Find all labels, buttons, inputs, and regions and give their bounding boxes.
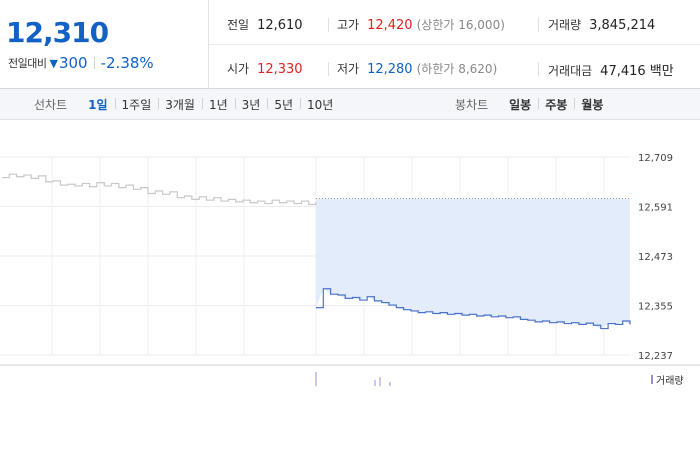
change-percent: -2.38%: [100, 54, 154, 72]
volume-label: 거래량: [548, 18, 582, 32]
line-chart-periods: 선차트 1일 1주일 3개월 1년 3년 5년 10년: [34, 89, 340, 120]
divider: [93, 57, 95, 69]
low-value: 12,280: [367, 62, 413, 77]
y-tick-label: 12,709: [638, 153, 673, 164]
divider: [538, 62, 539, 76]
high-stat: 고가 12,420 (상한가 16,000): [337, 16, 505, 33]
line-chart-label: 선차트: [34, 98, 68, 112]
period-1d[interactable]: 1일: [81, 96, 114, 113]
price-chart[interactable]: 12,709 12,591 12,473 12,355 12,237: [0, 120, 700, 450]
candle-monthly[interactable]: 월봉: [574, 96, 610, 113]
divider: [209, 44, 700, 45]
stock-summary: 12,310 전일대비 ▼ 300 -2.38% 전일 12,610 고가 12…: [0, 0, 700, 89]
today-area-fill: [316, 198, 630, 329]
candle-chart-periods: 봉차트 일봉 주봉 월봉: [455, 89, 610, 120]
volume-legend-label: 거래량: [656, 376, 684, 387]
y-tick-label: 12,355: [638, 302, 673, 313]
y-tick-label: 12,473: [638, 252, 673, 263]
volume-legend-swatch: [651, 375, 653, 384]
volume-stat: 거래량 3,845,214: [548, 16, 655, 33]
prev-close-label: 전일: [227, 18, 250, 32]
open-value: 12,330: [257, 62, 303, 77]
low-label: 저가: [337, 62, 360, 76]
trade-value-stat: 거래대금 47,416 백만: [548, 60, 674, 79]
candle-chart-label: 봉차트: [455, 98, 489, 112]
price-box: 12,310 전일대비 ▼ 300 -2.38%: [0, 0, 209, 89]
volume-value: 3,845,214: [589, 18, 656, 33]
open-label: 시가: [227, 62, 250, 76]
current-price: 12,310: [6, 16, 109, 49]
lower-limit: (하한가 8,620): [416, 62, 498, 76]
period-10y[interactable]: 10년: [300, 96, 340, 113]
divider: [328, 62, 329, 76]
y-tick-label: 12,237: [638, 351, 673, 362]
candle-weekly[interactable]: 주봉: [538, 96, 574, 113]
high-label: 고가: [337, 18, 360, 32]
trade-value-value: 47,416 백만: [600, 64, 674, 79]
period-3m[interactable]: 3개월: [158, 96, 202, 113]
change-row: 전일대비 ▼ 300 -2.38%: [8, 54, 154, 72]
prev-day-price-line: [2, 173, 317, 206]
period-toolbar: 선차트 1일 1주일 3개월 1년 3년 5년 10년 봉차트 일봉 주봉 월봉: [0, 89, 700, 120]
change-label: 전일대비: [8, 57, 47, 70]
change-amount: 300: [58, 54, 88, 72]
upper-limit: (상한가 16,000): [416, 18, 505, 32]
volume-legend: 거래량: [651, 372, 684, 387]
price-chart-svg: 12,709 12,591 12,473 12,355 12,237: [0, 153, 700, 386]
low-stat: 저가 12,280 (하한가 8,620): [337, 60, 497, 77]
period-1y[interactable]: 1년: [201, 96, 235, 113]
candle-daily[interactable]: 일봉: [502, 96, 538, 113]
divider: [538, 18, 539, 32]
open-stat: 시가 12,330: [227, 60, 303, 77]
prev-close-value: 12,610: [257, 18, 303, 33]
period-3y[interactable]: 3년: [234, 96, 268, 113]
divider: [328, 18, 329, 32]
trade-value-label: 거래대금: [548, 64, 593, 78]
high-value: 12,420: [367, 18, 413, 33]
period-1w[interactable]: 1주일: [114, 96, 159, 113]
prev-close-stat: 전일 12,610: [227, 16, 303, 33]
down-triangle-icon: ▼: [49, 56, 58, 70]
y-tick-label: 12,591: [638, 203, 673, 214]
period-5y[interactable]: 5년: [267, 96, 300, 113]
